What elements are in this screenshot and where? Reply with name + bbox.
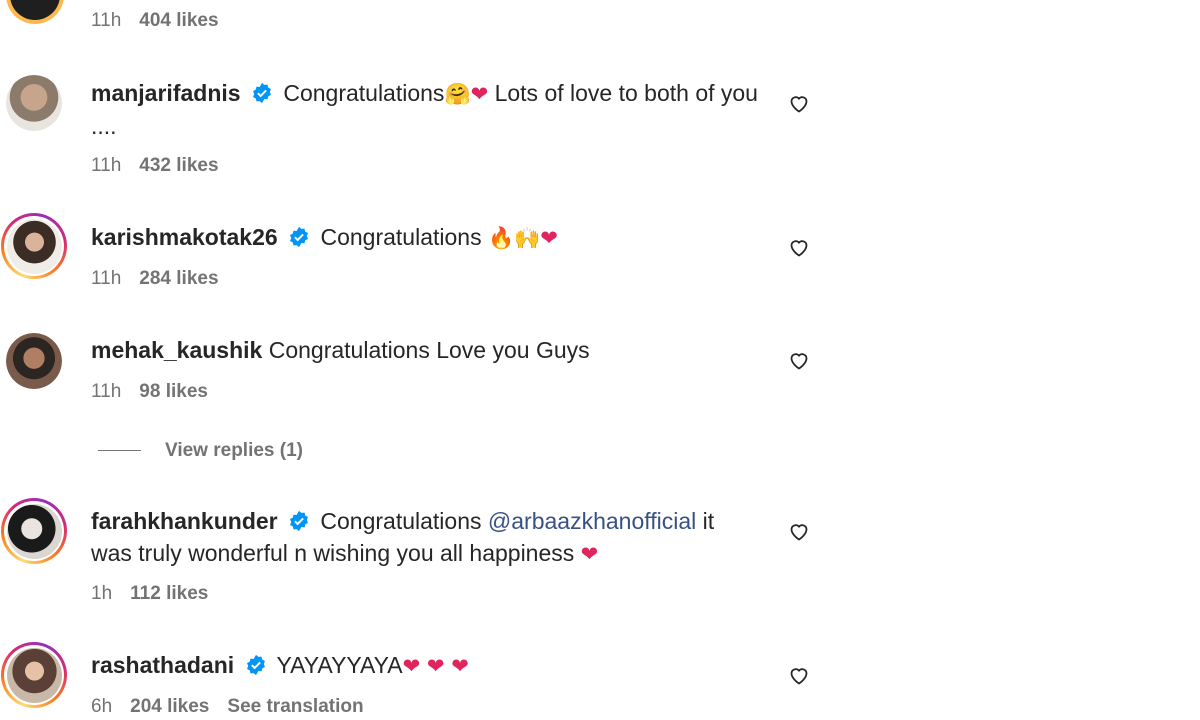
- comment-username[interactable]: karishmakotak26: [91, 224, 278, 250]
- comment-text: karishmakotak26 Congratulations 🔥🙌❤: [91, 221, 761, 254]
- comment-body: Congratulations: [320, 224, 488, 250]
- comment-meta: 11h 284 likes: [91, 268, 219, 290]
- comment-likes[interactable]: 112 likes: [130, 583, 208, 604]
- comment-time: 11h: [91, 268, 122, 289]
- avatar[interactable]: [6, 333, 62, 389]
- comment-meta: 6h 204 likes See translation: [91, 696, 364, 718]
- avatar[interactable]: [1, 498, 67, 564]
- comment-username[interactable]: manjarifadnis: [91, 80, 241, 106]
- comment-likes[interactable]: 432 likes: [139, 155, 218, 176]
- comment-body: Congratulations Love you Guys: [268, 337, 590, 363]
- comment-time: 1h: [91, 583, 113, 604]
- comment-text: mehak_kaushik Congratulations Love you G…: [91, 334, 761, 366]
- emoji: 🤗❤: [444, 82, 489, 106]
- replies-divider: [98, 450, 141, 452]
- comment-username[interactable]: rashathadani: [91, 652, 234, 678]
- comment-meta: 11h 98 likes: [91, 381, 208, 403]
- verified-badge-icon: [290, 510, 308, 532]
- comment-likes[interactable]: 404 likes: [139, 10, 218, 31]
- comment-body: Congratulations: [320, 508, 488, 534]
- see-translation-button[interactable]: See translation: [227, 696, 363, 717]
- avatar[interactable]: [6, 0, 64, 24]
- comment-likes[interactable]: 98 likes: [139, 381, 208, 402]
- comment-meta: 11h 404 likes: [91, 10, 219, 32]
- comment-time: 11h: [91, 155, 122, 176]
- verified-badge-icon: [246, 654, 265, 676]
- verified-badge-icon: [252, 82, 271, 104]
- avatar[interactable]: [1, 213, 67, 279]
- comment-likes[interactable]: 204 likes: [130, 696, 209, 717]
- comment-text: rashathadani YAYAYYAYA❤ ❤ ❤: [91, 649, 761, 682]
- emoji: 🔥🙌❤: [487, 226, 558, 250]
- heart-outline-icon[interactable]: [787, 519, 811, 543]
- avatar[interactable]: [1, 642, 67, 708]
- heart-outline-icon[interactable]: [787, 348, 811, 372]
- comment-meta: 11h 432 likes: [91, 155, 219, 177]
- comment-time: 11h: [91, 381, 122, 402]
- comment-username[interactable]: mehak_kaushik: [91, 337, 262, 363]
- mention-link[interactable]: @arbaazkhanofficial: [488, 508, 696, 534]
- emoji: ❤: [580, 542, 599, 566]
- comment-time: 11h: [91, 10, 122, 31]
- heart-outline-icon[interactable]: [787, 235, 811, 259]
- emoji: ❤ ❤ ❤: [402, 654, 469, 678]
- comment-time: 6h: [91, 696, 113, 717]
- heart-outline-icon[interactable]: [787, 663, 811, 687]
- comment-meta: 1h 112 likes: [91, 583, 208, 605]
- comment-username[interactable]: farahkhankunder: [91, 508, 278, 534]
- comment-body: Congratulations: [283, 80, 445, 106]
- comment-text: farahkhankunder Congratulations @arbaazk…: [91, 505, 761, 570]
- comment-body: YAYAYYAYA: [276, 652, 403, 678]
- view-replies-label: View replies (1): [165, 440, 303, 461]
- comment-text: manjarifadnis Congratulations🤗❤ Lots of …: [91, 77, 761, 142]
- view-replies-button[interactable]: View replies (1): [98, 440, 303, 462]
- avatar[interactable]: [6, 75, 62, 131]
- verified-badge-icon: [290, 226, 309, 248]
- comment-likes[interactable]: 284 likes: [139, 268, 218, 289]
- heart-outline-icon[interactable]: [787, 91, 811, 115]
